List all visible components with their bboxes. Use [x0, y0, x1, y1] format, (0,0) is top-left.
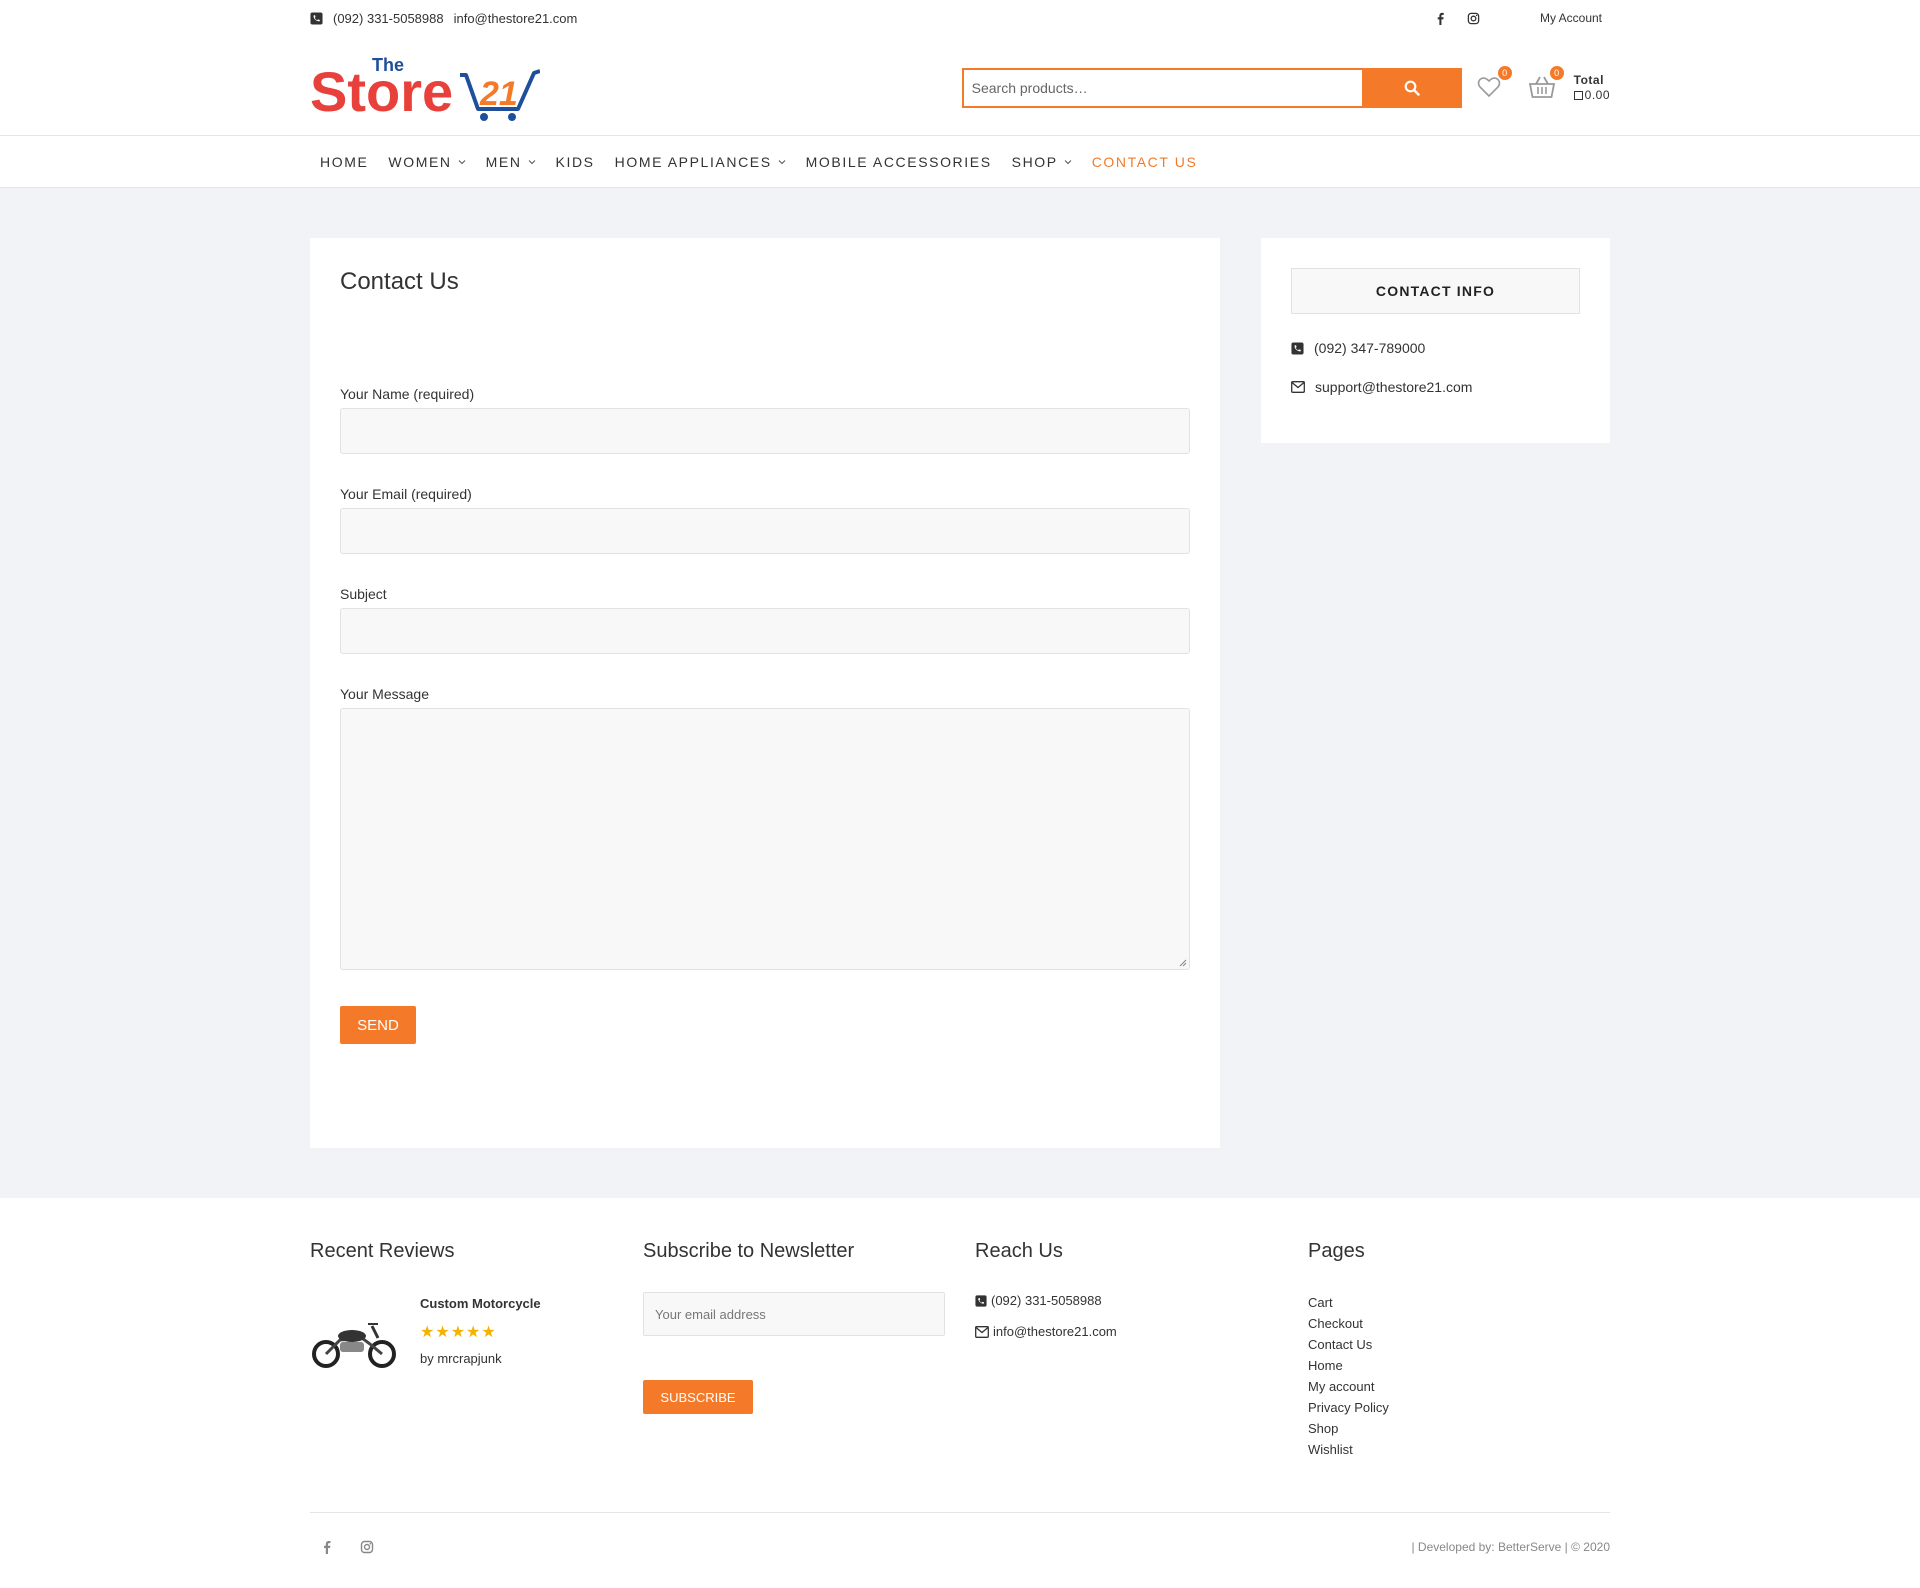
subject-label: Subject [340, 586, 387, 602]
instagram-icon[interactable] [1467, 12, 1480, 25]
review-product-name[interactable]: Custom Motorcycle [420, 1296, 541, 1311]
message-textarea[interactable] [340, 708, 1190, 970]
logo-num: 21 [479, 75, 518, 113]
cart-total[interactable]: Total 0.00 [1573, 73, 1610, 103]
reach-us-widget: Reach Us (092) 331-5058988 info@thestore… [975, 1240, 1275, 1340]
nav-men-label: MEN [485, 153, 522, 170]
page-link-home[interactable]: Home [1308, 1355, 1389, 1376]
search-button[interactable] [1361, 68, 1462, 108]
motorcycle-thumbnail[interactable] [310, 1312, 398, 1370]
phone-icon [975, 1294, 987, 1307]
email-field[interactable] [340, 508, 1190, 554]
page-title: Contact Us [340, 268, 459, 295]
page-link-privacy-policy[interactable]: Privacy Policy [1308, 1397, 1389, 1418]
contact-info-email-row: support@thestore21.com [1291, 379, 1472, 395]
contact-info-phone-row: (092) 347-789000 [1291, 340, 1425, 356]
search-bar: Search products… 0 0 Total 0.00 [961, 66, 1610, 108]
cart-total-value: 0.00 [1584, 88, 1610, 102]
name-field[interactable] [340, 408, 1190, 454]
chevron-down-icon [778, 159, 786, 164]
nav-home-label: HOME [320, 153, 369, 170]
search-input[interactable]: Search products… [961, 68, 1362, 108]
site-header: The Store 21 Search products… 0 0 Total … [310, 48, 1610, 128]
envelope-icon [975, 1325, 989, 1338]
contact-info-title: CONTACT INFO [1291, 268, 1580, 314]
page-link-contact-us[interactable]: Contact Us [1308, 1334, 1389, 1355]
cart-total-label: Total [1573, 73, 1604, 87]
search-icon [1404, 80, 1420, 96]
footer-credits: | Developed by: BetterServe | © 2020 [1411, 1540, 1610, 1554]
reach-email-row: info@thestore21.com [975, 1324, 1117, 1339]
nav-kids-label: KIDS [555, 153, 595, 170]
my-account-link[interactable]: My Account [1540, 11, 1602, 25]
heart-icon [1477, 77, 1500, 98]
nav-men[interactable]: MEN [476, 154, 546, 170]
message-label: Your Message [340, 686, 429, 702]
envelope-icon [1291, 381, 1305, 393]
subject-field[interactable] [340, 608, 1190, 654]
store-logo[interactable]: The Store 21 [310, 53, 540, 123]
reach-phone: (092) 331-5058988 [991, 1293, 1102, 1308]
nav-mobile-accessories[interactable]: MOBILE ACCESSORIES [796, 154, 1002, 170]
review-stars: ★★★★★ [420, 1324, 497, 1341]
topbar-phone: (092) 331-5058988 [333, 10, 444, 26]
page-link-checkout[interactable]: Checkout [1308, 1313, 1389, 1334]
page-link-cart[interactable]: Cart [1308, 1292, 1389, 1313]
wishlist-button[interactable]: 0 [1476, 66, 1512, 102]
email-label: Your Email (required) [340, 486, 472, 502]
name-label: Your Name (required) [340, 386, 475, 402]
chevron-down-icon [458, 159, 465, 164]
main-navigation: HOME WOMEN MEN KIDS HOME APPLIANCES MOBI… [0, 135, 1920, 188]
nav-contact-us-label: CONTACT US [1091, 153, 1198, 170]
subscribe-button[interactable]: SUBSCRIBE [643, 1380, 753, 1414]
nav-kids[interactable]: KIDS [546, 154, 605, 170]
wishlist-count-badge: 0 [1497, 66, 1512, 80]
reach-us-title: Reach Us [975, 1240, 1063, 1262]
nav-contact-us[interactable]: CONTACT US [1082, 154, 1208, 170]
chevron-down-icon [528, 159, 535, 164]
nav-women-label: WOMEN [388, 153, 452, 170]
cart-button[interactable]: 0 [1528, 66, 1564, 102]
logo-store: Store [310, 60, 453, 123]
chevron-down-icon [1064, 159, 1072, 164]
topbar-email[interactable]: info@thestore21.com [454, 11, 578, 26]
nav-mobile-accessories-label: MOBILE ACCESSORIES [805, 153, 992, 170]
reach-phone-row: (092) 331-5058988 [975, 1293, 1102, 1308]
page-link-shop[interactable]: Shop [1308, 1418, 1389, 1439]
send-button[interactable]: SEND [340, 1006, 416, 1044]
reach-email[interactable]: info@thestore21.com [993, 1324, 1117, 1339]
page-link-wishlist[interactable]: Wishlist [1308, 1439, 1389, 1460]
nav-shop-label: SHOP [1011, 153, 1058, 170]
newsletter-email-input[interactable]: Your email address [643, 1292, 945, 1336]
pages-widget: Pages Cart Checkout Contact Us Home My a… [1308, 1240, 1608, 1470]
contact-info-email[interactable]: support@thestore21.com [1315, 379, 1472, 395]
nav-home-appliances[interactable]: HOME APPLIANCES [605, 154, 796, 170]
page-link-my-account[interactable]: My account [1308, 1376, 1389, 1397]
phone-icon [1291, 341, 1304, 355]
recent-reviews-widget: Recent Reviews Custom Motorcycle ★★★★★ b… [310, 1240, 610, 1390]
resize-handle-icon[interactable] [1179, 959, 1187, 967]
top-bar: (092) 331-5058988 info@thestore21.com My… [310, 0, 1610, 36]
footer-divider [310, 1512, 1610, 1513]
nav-home[interactable]: HOME [310, 154, 378, 170]
facebook-icon[interactable] [1434, 12, 1447, 25]
phone-icon [310, 11, 323, 25]
pages-title: Pages [1308, 1240, 1365, 1262]
nav-home-appliances-label: HOME APPLIANCES [614, 153, 772, 170]
currency-icon [1573, 91, 1583, 100]
contact-form-card: Contact Us Your Name (required) Your Ema… [310, 238, 1220, 1148]
instagram-icon[interactable] [360, 1540, 374, 1554]
newsletter-title: Subscribe to Newsletter [643, 1240, 855, 1262]
newsletter-widget: Subscribe to Newsletter Your email addre… [643, 1240, 945, 1420]
footer-bottom-bar: | Developed by: BetterServe | © 2020 [310, 1536, 1610, 1558]
nav-women[interactable]: WOMEN [378, 154, 475, 170]
pages-list: Cart Checkout Contact Us Home My account… [1308, 1292, 1389, 1460]
recent-reviews-title: Recent Reviews [310, 1240, 455, 1262]
cart-count-badge: 0 [1549, 66, 1564, 80]
contact-info-phone: (092) 347-789000 [1314, 340, 1426, 356]
nav-shop[interactable]: SHOP [1002, 154, 1082, 170]
facebook-icon[interactable] [320, 1540, 334, 1554]
contact-info-card: CONTACT INFO (092) 347-789000 support@th… [1261, 238, 1610, 443]
review-author: by mrcrapjunk [420, 1351, 502, 1366]
